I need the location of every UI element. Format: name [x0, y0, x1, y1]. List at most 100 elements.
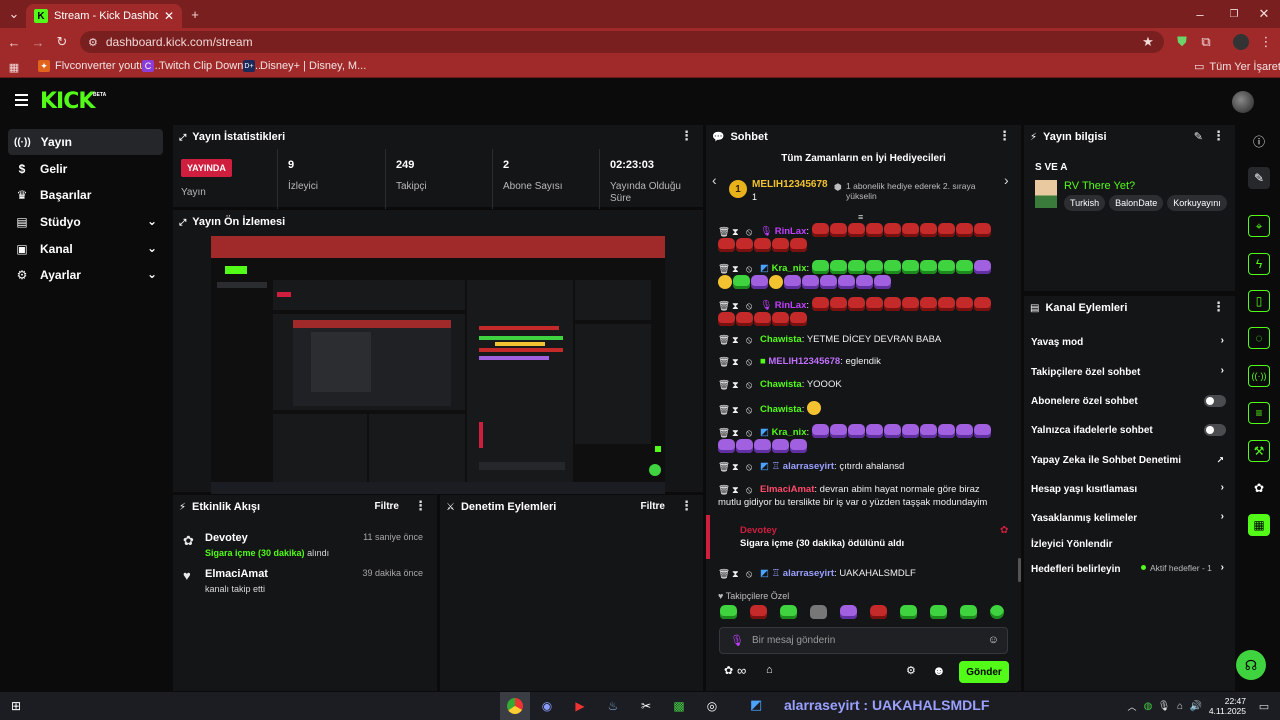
tab-search-icon[interactable]: ⌄ [6, 6, 22, 22]
timeout-icon[interactable]: ⧗ [732, 427, 740, 439]
category-name[interactable]: RV There Yet? [1064, 180, 1135, 192]
ban-icon[interactable]: ⦸ [746, 226, 754, 238]
trash-icon[interactable]: 🗑 [718, 300, 730, 312]
activity-filter-button[interactable]: Filtre [375, 501, 399, 512]
raid-item[interactable]: İzleyici Yönlendir [1031, 534, 1226, 554]
nav-item-basarilar[interactable]: ♛ Başarılar [8, 182, 163, 208]
emote-button[interactable] [810, 605, 827, 619]
timeout-icon[interactable]: ⧗ [732, 356, 740, 368]
bookmark-star-icon[interactable]: ★ [1140, 34, 1156, 50]
timeout-icon[interactable]: ⧗ [732, 300, 740, 312]
prev-arrow-icon[interactable]: ‹ [712, 172, 717, 188]
ai-moderation-item[interactable]: Yapay Zeka ile Sohbet Denetimi ↗ [1031, 450, 1226, 470]
emote-button[interactable] [900, 605, 917, 619]
followers-chat-item[interactable]: Takipçilere özel sohbet › [1031, 362, 1226, 382]
reload-icon[interactable]: ↻ [54, 34, 70, 50]
notifications-icon[interactable]: ▭ [1254, 696, 1274, 716]
timeout-icon[interactable]: ⧗ [732, 461, 740, 473]
close-window-icon[interactable]: ✕ [1256, 6, 1272, 22]
timeout-icon[interactable]: ⧗ [732, 334, 740, 346]
clapper-icon[interactable]: ▦ [1248, 514, 1270, 536]
goals-item[interactable]: Hedefleri belirleyin Aktif hedefler - 1 … [1031, 559, 1226, 579]
volume-icon[interactable]: 🔊 [1186, 696, 1206, 716]
next-arrow-icon[interactable]: › [1004, 172, 1009, 188]
trash-icon[interactable]: 🗑 [718, 379, 730, 391]
obs-icon[interactable]: ◎ [702, 696, 722, 716]
close-tab-icon[interactable]: ✕ [164, 9, 174, 23]
wrench-icon[interactable]: ⚒ [1248, 440, 1270, 462]
all-bookmarks[interactable]: ▭Tüm Yer İşaretleri [1194, 60, 1280, 74]
capcut-icon[interactable]: ✂ [636, 696, 656, 716]
trash-icon[interactable]: 🗑 [718, 226, 730, 238]
nav-item-kanal[interactable]: ▣ Kanal ⌄ [8, 236, 163, 262]
timeout-icon[interactable]: ⧗ [732, 484, 740, 496]
ban-icon[interactable]: ⦸ [746, 356, 754, 368]
site-info-icon[interactable]: ⚙ [88, 36, 98, 49]
tag-item[interactable]: Korkuyayını [1167, 195, 1227, 211]
nav-item-yayin[interactable]: ((·)) Yayın [8, 129, 163, 155]
ban-icon[interactable]: ⦸ [746, 484, 754, 496]
lightning-icon[interactable]: ϟ [1248, 253, 1270, 275]
ban-icon[interactable]: ⦸ [746, 461, 754, 473]
trash-icon[interactable]: 🗑 [718, 334, 730, 346]
edit-pencil-icon[interactable]: ✎ [1248, 167, 1270, 189]
media-player-icon[interactable]: ▶ [570, 696, 590, 716]
emote-button[interactable] [870, 605, 887, 619]
trash-icon[interactable]: 🗑 [718, 263, 730, 275]
emote-button[interactable] [960, 605, 977, 619]
trash-icon[interactable]: 🗑 [718, 427, 730, 439]
hamburger-menu-icon[interactable] [15, 94, 28, 106]
points-icon[interactable]: ✿ [1248, 477, 1270, 499]
timeout-icon[interactable]: ⧗ [732, 263, 740, 275]
bot-icon[interactable]: ☻ [932, 663, 946, 678]
nav-item-studyo[interactable]: ▤ Stüdyo ⌄ [8, 209, 163, 235]
ban-icon[interactable]: ⦸ [746, 427, 754, 439]
browser-menu-icon[interactable]: ⋮ [1258, 34, 1274, 50]
send-button[interactable]: Gönder [959, 661, 1009, 683]
redeem-user[interactable]: Devotey [740, 525, 777, 536]
profile-avatar[interactable] [1233, 34, 1249, 50]
stats-more-icon[interactable]: ⋮ [680, 129, 693, 142]
chat-icon[interactable]: ◌ [1248, 327, 1270, 349]
store-icon[interactable]: ⌂ [766, 664, 773, 676]
nav-item-gelir[interactable]: $ Gelir [8, 156, 163, 182]
taskbar-chrome-active[interactable] [500, 692, 530, 720]
trash-icon[interactable]: 🗑 [718, 404, 730, 416]
trash-icon[interactable]: 🗑 [718, 461, 730, 473]
edit-icon[interactable]: ✎ [1194, 130, 1203, 143]
age-restriction-item[interactable]: Hesap yaşı kısıtlaması › [1031, 479, 1226, 499]
extension-shield-icon[interactable]: ⛊ [1174, 34, 1190, 50]
trash-icon[interactable]: 🗑 [718, 356, 730, 368]
apps-grid-icon[interactable]: ▦ [6, 59, 22, 75]
support-headset-icon[interactable]: ☊ [1236, 650, 1266, 680]
moderation-filter-button[interactable]: Filtre [641, 501, 665, 512]
ban-icon[interactable]: ⦸ [746, 263, 754, 275]
ban-icon[interactable]: ⦸ [746, 568, 754, 580]
category-thumbnail[interactable] [1035, 180, 1057, 208]
emote-button[interactable] [930, 605, 947, 619]
emote-button[interactable] [840, 605, 857, 619]
user-avatar[interactable] [1232, 91, 1254, 113]
document-icon[interactable]: ▯ [1248, 290, 1270, 312]
activity-more-icon[interactable]: ⋮ [414, 499, 427, 512]
emote-button[interactable] [990, 605, 1004, 619]
back-icon[interactable]: ← [6, 34, 22, 50]
tag-item[interactable]: Turkish [1064, 195, 1106, 211]
subs-chat-toggle[interactable] [1204, 395, 1226, 407]
trash-icon[interactable]: 🗑 [718, 484, 730, 496]
timeout-icon[interactable]: ⧗ [732, 404, 740, 416]
chat-more-icon[interactable]: ⋮ [998, 129, 1011, 142]
ban-icon[interactable]: ⦸ [746, 379, 754, 391]
emoji-icon[interactable]: ☺ [988, 634, 999, 646]
windows-start-icon[interactable]: ⊞ [6, 696, 26, 716]
emote-button[interactable] [720, 605, 737, 619]
channel-actions-more-icon[interactable]: ⋮ [1212, 300, 1225, 313]
points-icon[interactable]: ✿ [724, 664, 733, 677]
slow-mode-item[interactable]: Yavaş mod › [1031, 332, 1226, 352]
chat-input[interactable]: 🎙 Bir mesaj gönderin ☺ [719, 627, 1008, 654]
ban-icon[interactable]: ⦸ [746, 300, 754, 312]
banned-words-item[interactable]: Yasaklanmış kelimeler › [1031, 508, 1226, 528]
layers-icon[interactable]: ≡ [1248, 402, 1270, 424]
steam-icon[interactable]: ♨ [603, 696, 623, 716]
stream-preview-video[interactable] [211, 236, 665, 494]
